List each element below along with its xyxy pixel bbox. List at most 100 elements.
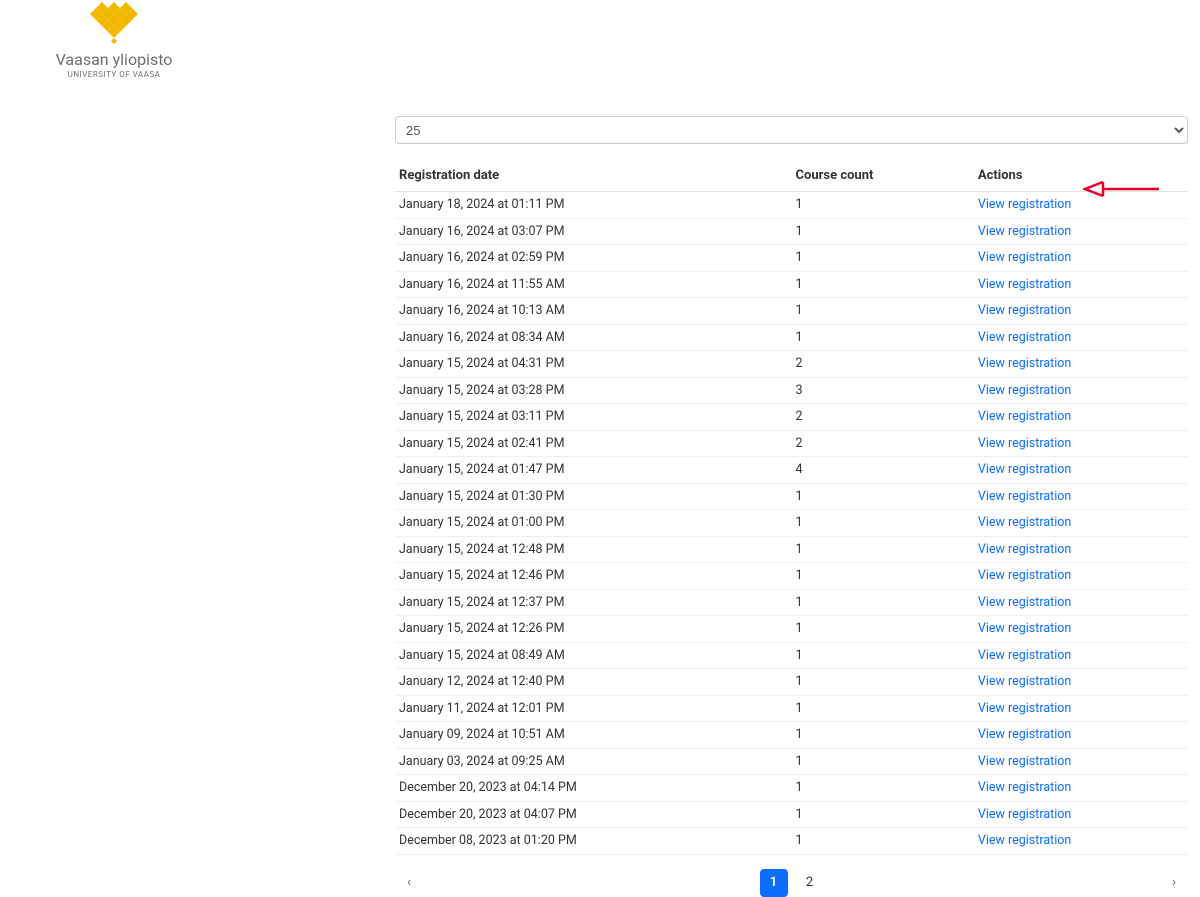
cell-registration-date: January 11, 2024 at 12:01 PM bbox=[395, 695, 792, 722]
view-registration-link[interactable]: View registration bbox=[978, 436, 1071, 451]
view-registration-link[interactable]: View registration bbox=[978, 648, 1071, 663]
cell-course-count: 2 bbox=[792, 404, 974, 431]
view-registration-link[interactable]: View registration bbox=[978, 330, 1071, 345]
view-registration-link[interactable]: View registration bbox=[978, 833, 1071, 848]
cell-course-count: 1 bbox=[792, 483, 974, 510]
table-row: January 15, 2024 at 12:37 PM1View regist… bbox=[395, 589, 1188, 616]
view-registration-link[interactable]: View registration bbox=[978, 383, 1071, 398]
cell-course-count: 1 bbox=[792, 801, 974, 828]
cell-actions: View registration bbox=[974, 748, 1188, 775]
pagination-next[interactable]: › bbox=[1164, 875, 1184, 890]
cell-course-count: 1 bbox=[792, 722, 974, 749]
table-row: January 15, 2024 at 01:30 PM1 View regist… bbox=[395, 483, 1188, 510]
cell-course-count: 1 bbox=[792, 245, 974, 272]
view-registration-link[interactable]: View registration bbox=[978, 489, 1071, 504]
cell-actions: View registration bbox=[974, 404, 1188, 431]
table-row: January 15, 2024 at 12:46 PM1View regist… bbox=[395, 563, 1188, 590]
brand-block: Vaasan yliopisto UNIVERSITY OF VAASA bbox=[14, 0, 214, 79]
cell-registration-date: January 16, 2024 at 08:34 AM bbox=[395, 324, 792, 351]
cell-actions: View registration bbox=[974, 351, 1188, 378]
table-row: January 03, 2024 at 09:25 AM1 View regist… bbox=[395, 748, 1188, 775]
table-row: January 16, 2024 at 11:55 AM1View regist… bbox=[395, 271, 1188, 298]
table-row: January 15, 2024 at 02:41 PM2View regist… bbox=[395, 430, 1188, 457]
cell-registration-date: January 16, 2024 at 03:07 PM bbox=[395, 218, 792, 245]
pagination: ‹ 12 › bbox=[395, 855, 1188, 897]
view-registration-link[interactable]: View registration bbox=[978, 621, 1071, 636]
view-registration-link[interactable]: View registration bbox=[978, 250, 1071, 265]
view-registration-link[interactable]: View registration bbox=[978, 515, 1071, 530]
cell-course-count: 1 bbox=[792, 536, 974, 563]
cell-registration-date: January 16, 2024 at 11:55 AM bbox=[395, 271, 792, 298]
view-registration-link[interactable]: View registration bbox=[978, 754, 1071, 769]
view-registration-link[interactable]: View registration bbox=[978, 780, 1071, 795]
cell-registration-date: January 16, 2024 at 02:59 PM bbox=[395, 245, 792, 272]
cell-actions: View registration bbox=[974, 616, 1188, 643]
cell-course-count: 1 bbox=[792, 775, 974, 802]
cell-course-count: 1 bbox=[792, 748, 974, 775]
cell-registration-date: December 20, 2023 at 04:14 PM bbox=[395, 775, 792, 802]
cell-course-count: 1 bbox=[792, 828, 974, 855]
view-registration-link[interactable]: View registration bbox=[978, 595, 1071, 610]
table-row: January 18, 2024 at 01:11 PM1View regist… bbox=[395, 192, 1188, 219]
cell-course-count: 2 bbox=[792, 351, 974, 378]
view-registration-link[interactable]: View registration bbox=[978, 807, 1071, 822]
cell-registration-date: January 15, 2024 at 01:00 PM bbox=[395, 510, 792, 537]
cell-registration-date: January 16, 2024 at 10:13 AM bbox=[395, 298, 792, 325]
view-registration-link[interactable]: View registration bbox=[978, 462, 1071, 477]
view-registration-link[interactable]: View registration bbox=[978, 727, 1071, 742]
cell-registration-date: December 20, 2023 at 04:07 PM bbox=[395, 801, 792, 828]
cell-course-count: 1 bbox=[792, 218, 974, 245]
cell-actions: View registration bbox=[974, 801, 1188, 828]
cell-actions: View registration bbox=[974, 218, 1188, 245]
view-registration-link[interactable]: View registration bbox=[978, 542, 1071, 557]
brand-subtitle: UNIVERSITY OF VAASA bbox=[14, 70, 214, 79]
cell-registration-date: January 15, 2024 at 04:31 PM bbox=[395, 351, 792, 378]
table-row: January 12, 2024 at 12:40 PM1View regist… bbox=[395, 669, 1188, 696]
header-course-count: Course count bbox=[792, 162, 974, 192]
view-registration-link[interactable]: View registration bbox=[978, 701, 1071, 716]
cell-course-count: 1 bbox=[792, 510, 974, 537]
cell-actions: View registration bbox=[974, 563, 1188, 590]
view-registration-link[interactable]: View registration bbox=[978, 224, 1071, 239]
cell-actions: View registration bbox=[974, 192, 1188, 219]
cell-actions: View registration bbox=[974, 430, 1188, 457]
table-row: December 20, 2023 at 04:14 PM1 View regis… bbox=[395, 775, 1188, 802]
view-registration-link[interactable]: View registration bbox=[978, 303, 1071, 318]
cell-course-count: 1 bbox=[792, 192, 974, 219]
table-row: December 20, 2023 at 04:07 PM1 View regis… bbox=[395, 801, 1188, 828]
page-size-select[interactable]: 25 bbox=[395, 116, 1188, 144]
view-registration-link[interactable]: View registration bbox=[978, 568, 1071, 583]
cell-course-count: 1 bbox=[792, 642, 974, 669]
cell-registration-date: January 15, 2024 at 12:37 PM bbox=[395, 589, 792, 616]
pagination-page-1[interactable]: 1 bbox=[760, 869, 788, 897]
table-row: January 11, 2024 at 12:01 PM1View regist… bbox=[395, 695, 1188, 722]
cell-registration-date: January 03, 2024 at 09:25 AM bbox=[395, 748, 792, 775]
cell-actions: View registration bbox=[974, 775, 1188, 802]
table-row: January 16, 2024 at 08:34 AM1 View regist… bbox=[395, 324, 1188, 351]
cell-registration-date: January 15, 2024 at 12:26 PM bbox=[395, 616, 792, 643]
view-registration-link[interactable]: View registration bbox=[978, 197, 1071, 212]
cell-course-count: 3 bbox=[792, 377, 974, 404]
cell-registration-date: January 15, 2024 at 01:30 PM bbox=[395, 483, 792, 510]
table-row: January 09, 2024 at 10:51 AM1View regist… bbox=[395, 722, 1188, 749]
pagination-page-2[interactable]: 2 bbox=[796, 869, 824, 897]
cell-course-count: 2 bbox=[792, 430, 974, 457]
view-registration-link[interactable]: View registration bbox=[978, 356, 1071, 371]
table-row: January 15, 2024 at 03:11 PM2 View regist… bbox=[395, 404, 1188, 431]
cell-registration-date: January 15, 2024 at 03:11 PM bbox=[395, 404, 792, 431]
brand-logo bbox=[89, 2, 139, 48]
cell-course-count: 1 bbox=[792, 324, 974, 351]
view-registration-link[interactable]: View registration bbox=[978, 674, 1071, 689]
cell-actions: View registration bbox=[974, 642, 1188, 669]
registrations-table: Registration date Course count Actions J… bbox=[395, 162, 1188, 855]
cell-actions: View registration bbox=[974, 298, 1188, 325]
table-row: January 15, 2024 at 04:31 PM2 View regist… bbox=[395, 351, 1188, 378]
view-registration-link[interactable]: View registration bbox=[978, 409, 1071, 424]
header-registration-date: Registration date bbox=[395, 162, 792, 192]
table-row: December 08, 2023 at 01:20 PM1View regis… bbox=[395, 828, 1188, 855]
header-actions: Actions bbox=[974, 162, 1188, 192]
view-registration-link[interactable]: View registration bbox=[978, 277, 1071, 292]
cell-registration-date: January 15, 2024 at 01:47 PM bbox=[395, 457, 792, 484]
pagination-prev[interactable]: ‹ bbox=[399, 875, 419, 890]
table-row: January 15, 2024 at 08:49 AM1View regist… bbox=[395, 642, 1188, 669]
